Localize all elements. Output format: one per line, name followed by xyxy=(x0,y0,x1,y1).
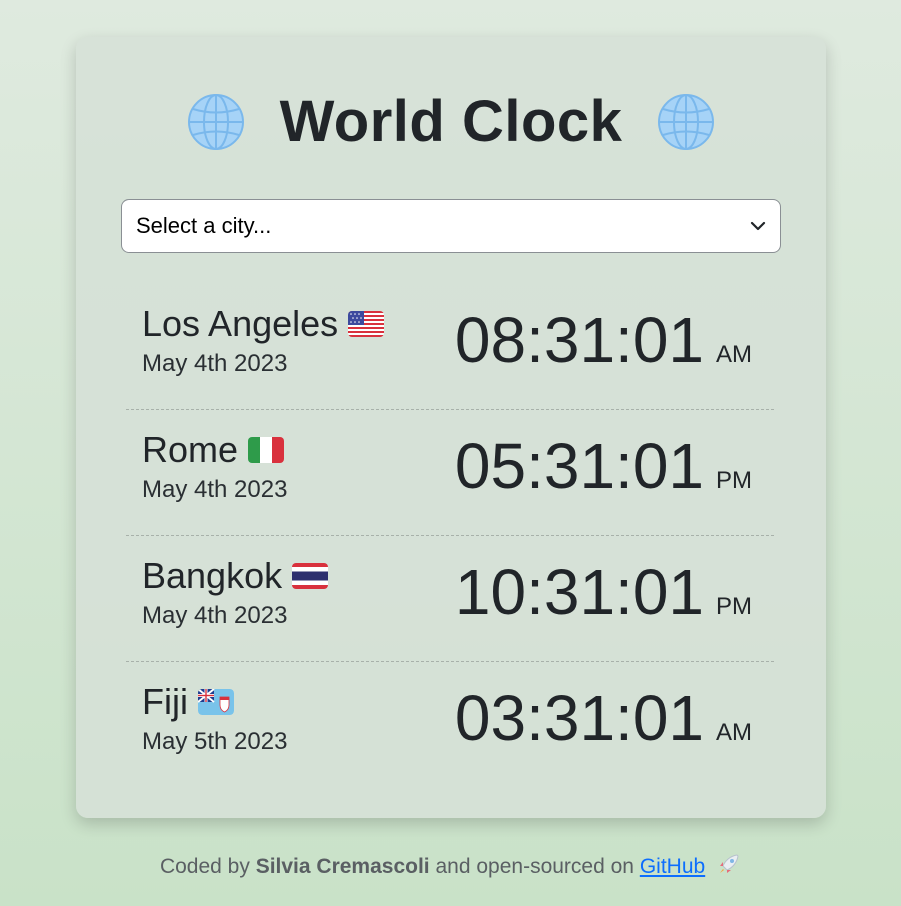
city-date: May 4th 2023 xyxy=(142,476,288,503)
city-name-line: Fiji xyxy=(142,684,234,720)
city-name-line: Bangkok xyxy=(142,555,329,596)
city-period: AM xyxy=(716,719,752,746)
thailand-flag-icon xyxy=(292,563,329,589)
city-row-los-angeles: Los Angeles May 4th 2023 08:31:01 AM xyxy=(126,284,774,410)
footer-author: Silvia Cremascoli xyxy=(255,855,430,878)
chevron-down-icon xyxy=(750,221,766,231)
city-date: May 4th 2023 xyxy=(142,350,288,377)
city-name-line: Rome xyxy=(142,429,285,470)
city-period: PM xyxy=(716,593,752,620)
globe-icon xyxy=(658,94,715,150)
city-period: AM xyxy=(716,341,752,368)
city-name-line: Los Angeles xyxy=(142,303,385,344)
globe-icon xyxy=(187,94,244,150)
city-row-rome: Rome May 4th 2023 05:31:01 PM xyxy=(126,410,774,536)
city-time: 10:31:01 xyxy=(454,556,704,628)
city-clock: 03:31:01 AM xyxy=(455,686,752,750)
city-clock: 08:31:01 AM xyxy=(455,308,752,372)
world-clock-card: World Clock Select a city... Los Angeles xyxy=(76,37,826,818)
city-row-bangkok: Bangkok May 4th 2023 10:31:01 PM xyxy=(126,536,774,662)
city-name: Rome xyxy=(142,429,239,470)
page-title: World Clock xyxy=(279,89,623,154)
github-link[interactable]: GitHub xyxy=(640,855,705,878)
city-period: PM xyxy=(716,467,752,494)
city-clock: 05:31:01 PM xyxy=(455,434,752,498)
us-flag-icon xyxy=(348,311,385,337)
city-name: Los Angeles xyxy=(142,303,339,344)
italy-flag-icon xyxy=(248,437,285,463)
city-clock: 10:31:01 PM xyxy=(455,560,752,624)
city-time: 05:31:01 xyxy=(454,430,704,502)
rocket-icon xyxy=(720,854,739,873)
city-date: May 5th 2023 xyxy=(142,728,288,755)
city-date: May 4th 2023 xyxy=(142,602,288,629)
city-name: Bangkok xyxy=(142,555,283,596)
city-row-fiji: Fiji May 5th 2023 03:31:01 AM xyxy=(126,662,774,788)
city-time: 03:31:01 xyxy=(454,682,704,754)
city-select-value: Select a city... xyxy=(136,213,272,238)
footer: Coded by Silvia Cremascoli and open-sour… xyxy=(0,852,901,879)
city-select[interactable]: Select a city... xyxy=(121,199,781,253)
footer-middle: and open-sourced on xyxy=(435,855,634,878)
footer-prefix: Coded by xyxy=(159,855,250,878)
city-time: 08:31:01 xyxy=(454,304,704,376)
city-name: Fiji xyxy=(142,681,188,722)
title-row: World Clock xyxy=(76,87,826,157)
fiji-flag-icon xyxy=(197,689,234,715)
